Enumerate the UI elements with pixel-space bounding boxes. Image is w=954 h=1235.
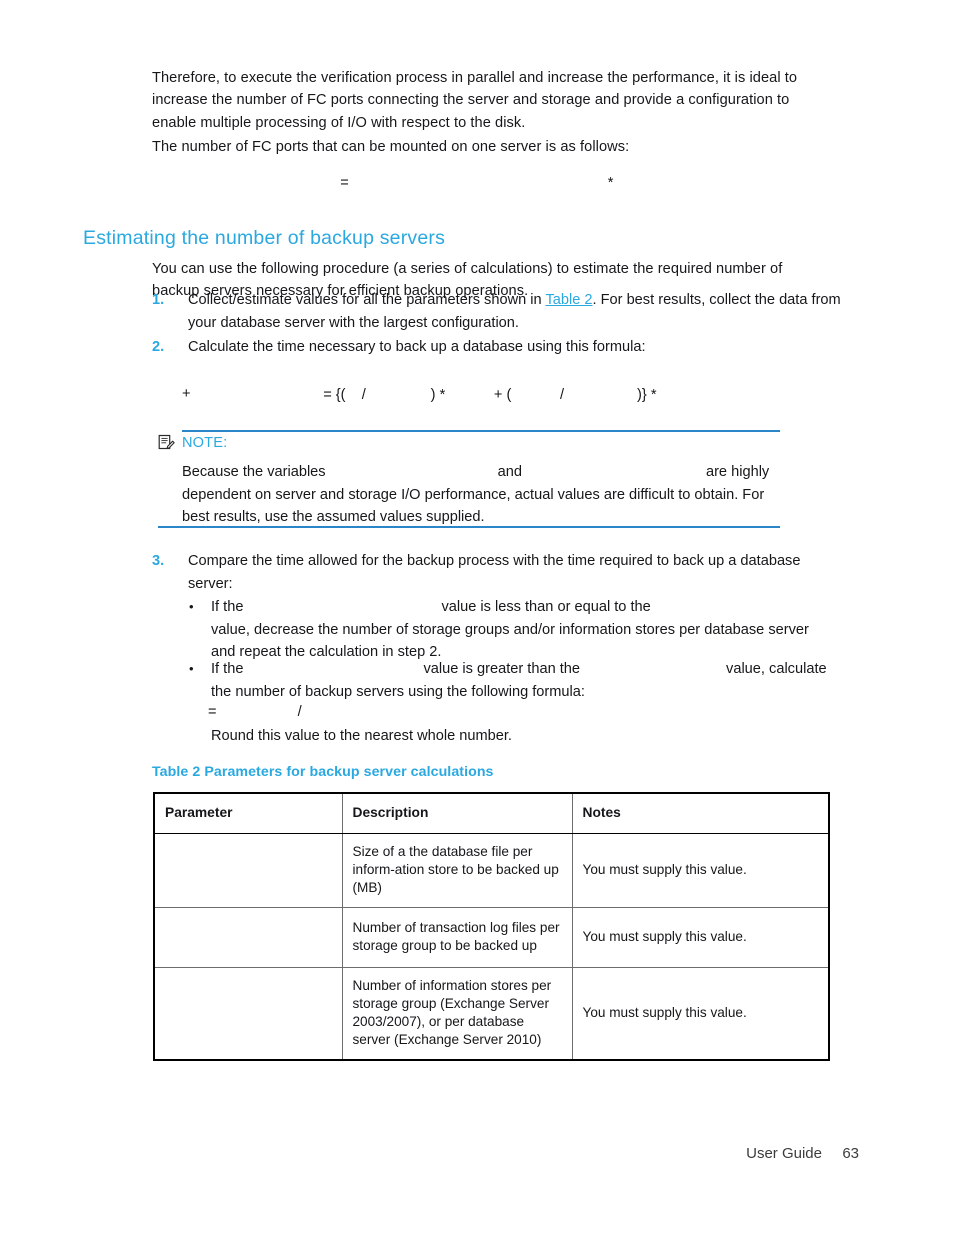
formula-fc-ports: = * bbox=[152, 149, 830, 217]
bullet-marker: • bbox=[189, 599, 194, 614]
link-table-2[interactable]: Table 2 bbox=[545, 292, 592, 308]
step-number-3: 3. bbox=[152, 553, 165, 569]
table-row: Number of transaction log files per stor… bbox=[153, 907, 830, 968]
table-header-notes: Notes bbox=[571, 792, 830, 834]
formula-backup-servers: = / bbox=[208, 704, 302, 720]
table-caption-label: Table 2 bbox=[152, 764, 201, 780]
ordered-step-2: 2. Calculate the time necessary to back … bbox=[152, 336, 842, 359]
ordered-step-1: 1. Collect/estimate values for all the p… bbox=[152, 289, 842, 334]
table-cell-parameter bbox=[153, 967, 343, 1061]
footer-guide-label: User Guide bbox=[746, 1145, 822, 1162]
table-row: Number of information stores per storage… bbox=[153, 967, 830, 1061]
document-page: Therefore, to execute the verification p… bbox=[0, 0, 954, 1235]
table-cell-description: Number of transaction log files per stor… bbox=[341, 907, 573, 968]
bullet-marker: • bbox=[189, 661, 194, 676]
page-footer: User Guide 63 bbox=[0, 1143, 954, 1167]
list-item: • If the value is greater than the value, … bbox=[189, 658, 834, 703]
step-text-2: Calculate the time necessary to back up … bbox=[188, 339, 646, 355]
step-text-1: Collect/estimate values for all the para… bbox=[188, 289, 842, 334]
table-cell-notes: You must supply this value. bbox=[571, 833, 830, 908]
step-text-3: Compare the time allowed for the backup … bbox=[188, 553, 801, 592]
note-label: NOTE: bbox=[182, 435, 228, 451]
table-cell-parameter bbox=[153, 833, 343, 908]
parameters-table: Parameter Description Notes Size of a th… bbox=[153, 792, 830, 1061]
page-title: Estimating the number of backup servers bbox=[83, 227, 446, 250]
table-cell-parameter bbox=[153, 907, 343, 968]
table-header-description: Description bbox=[341, 792, 573, 834]
bullet-1-part-3: value, decrease the number of storage gr… bbox=[211, 621, 809, 661]
note-text-part-1: Because the variables bbox=[182, 464, 326, 480]
formula-backup-time: = {( / ) * + ( / )} * bbox=[152, 361, 852, 429]
note-document-pencil-icon bbox=[158, 434, 175, 451]
ordered-step-3: 3. Compare the time allowed for the back… bbox=[152, 550, 842, 595]
table-cell-notes: You must supply this value. bbox=[571, 907, 830, 968]
table-caption: Table 2 Parameters for backup server cal… bbox=[152, 762, 494, 782]
table-caption-title: Parameters for backup server calculation… bbox=[204, 764, 494, 780]
formula-backup-time-symbols: = {( / ) * + ( / )} * bbox=[323, 386, 657, 403]
step-number-1: 1. bbox=[152, 292, 165, 308]
bullet-1-part-2: value is less than or equal to the bbox=[441, 599, 651, 615]
footer-page-number: 63 bbox=[842, 1145, 859, 1162]
table-header-row: Parameter Description Notes bbox=[153, 792, 830, 834]
note-rule-top bbox=[182, 430, 780, 432]
table-header-parameter: Parameter bbox=[153, 792, 343, 834]
step-number-2: 2. bbox=[152, 339, 165, 355]
list-item: • If the value is less than or equal to t… bbox=[189, 596, 834, 664]
bullet-1-part-1: If the bbox=[211, 599, 244, 615]
formula-backup-time-continuation: + bbox=[182, 386, 191, 402]
note-text-part-2: and bbox=[497, 464, 522, 480]
bullet-text-2: If the value is greater than the value, ca… bbox=[211, 658, 834, 703]
table-row: Size of a the database file per inform-a… bbox=[153, 833, 830, 908]
formula-fc-ports-equals: = bbox=[340, 174, 349, 191]
note-text: Because the variables and are highly depen… bbox=[182, 461, 782, 529]
table-cell-description: Number of information stores per storage… bbox=[341, 967, 573, 1061]
intro-paragraph-1: Therefore, to execute the verification p… bbox=[152, 69, 798, 131]
round-value-note: Round this value to the nearest whole nu… bbox=[211, 728, 512, 744]
table-cell-description: Size of a the database file per inform-a… bbox=[341, 833, 573, 908]
bullet-text-1: If the value is less than or equal to the… bbox=[211, 596, 834, 664]
formula-fc-ports-asterisk: * bbox=[607, 174, 614, 191]
bullet-2-part-1: If the bbox=[211, 661, 244, 677]
bullet-2-part-2: value is greater than the bbox=[423, 661, 581, 677]
step-1-text-before-link: Collect/estimate values for all the para… bbox=[188, 292, 546, 308]
table-cell-notes: You must supply this value. bbox=[571, 967, 830, 1061]
note-rule-bottom bbox=[158, 526, 780, 528]
